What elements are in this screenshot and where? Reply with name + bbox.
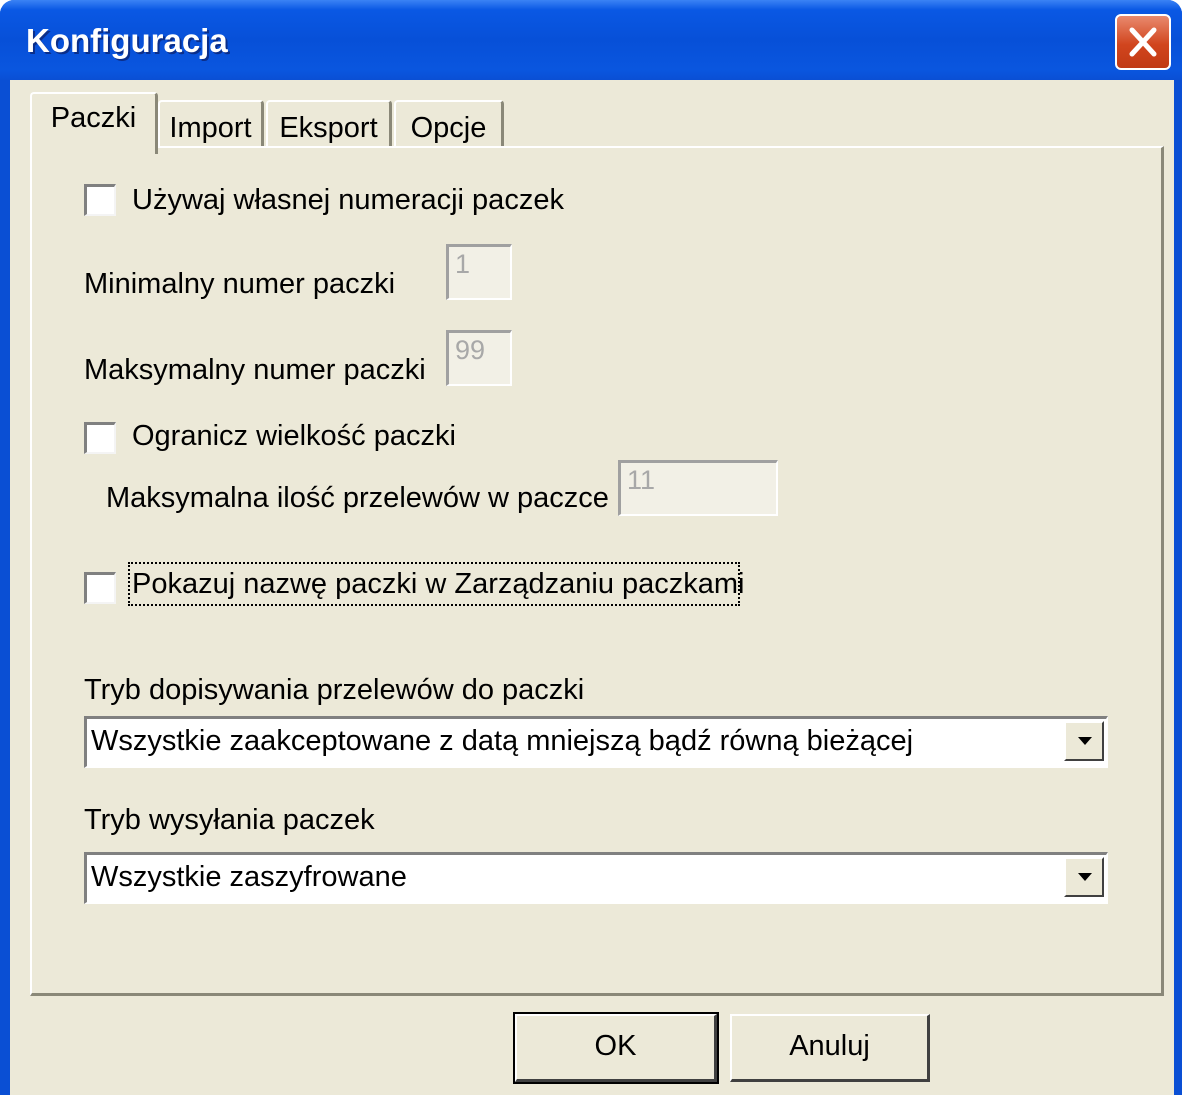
append-mode-label: Tryb dopisywania przelewów do paczki — [84, 674, 585, 706]
tab-paczki-label: Paczki — [50, 102, 137, 134]
show-name-label[interactable]: Pokazuj nazwę paczki w Zarządzaniu paczk… — [132, 568, 745, 601]
tab-opcje-label: Opcje — [410, 112, 487, 144]
show-name-checkbox[interactable] — [84, 572, 116, 604]
tab-panel-paczki: Używaj własnej numeracji paczek Minimaln… — [30, 146, 1164, 996]
tab-paczki[interactable]: Paczki — [30, 92, 158, 154]
max-number-field[interactable]: 99 — [446, 330, 512, 386]
dialog-body: Paczki Import Eksport Opcje Używaj własn… — [10, 80, 1174, 1095]
own-numbering-checkbox[interactable] — [84, 184, 116, 216]
min-number-label: Minimalny numer paczki — [84, 268, 396, 300]
limit-size-label[interactable]: Ogranicz wielkość paczki — [132, 420, 456, 453]
tab-import[interactable]: Import — [158, 100, 264, 152]
send-mode-label: Tryb wysyłania paczek — [84, 804, 375, 836]
send-mode-select[interactable]: Wszystkie zaszyfrowane — [84, 852, 1108, 904]
max-transfers-label: Maksymalna ilość przelewów w paczce — [106, 482, 609, 514]
window-border-left — [0, 80, 10, 1095]
tab-eksport[interactable]: Eksport — [266, 100, 392, 152]
send-mode-value: Wszystkie zaszyfrowane — [91, 861, 407, 893]
append-mode-value: Wszystkie zaakceptowane z datą mniejszą … — [91, 725, 914, 757]
own-numbering-label[interactable]: Używaj własnej numeracji paczek — [132, 184, 564, 217]
ok-button[interactable]: OK — [513, 1012, 719, 1084]
cancel-button[interactable]: Anuluj — [730, 1014, 930, 1082]
window-title: Konfiguracja — [26, 22, 228, 59]
tab-opcje[interactable]: Opcje — [394, 100, 504, 152]
ok-button-label: OK — [594, 1030, 637, 1062]
close-icon — [1129, 27, 1157, 57]
chevron-down-icon — [1078, 737, 1092, 745]
config-dialog: Konfiguracja Paczki Import Eksport Opcje… — [0, 0, 1182, 1095]
chevron-down-icon — [1078, 873, 1092, 881]
tab-eksport-label: Eksport — [279, 112, 378, 144]
send-mode-dropdown-button[interactable] — [1064, 857, 1104, 897]
max-transfers-field[interactable]: 11 — [618, 460, 778, 516]
tab-import-label: Import — [169, 112, 252, 144]
close-button[interactable] — [1115, 14, 1171, 70]
window-border-right — [1174, 80, 1182, 1095]
append-mode-dropdown-button[interactable] — [1064, 721, 1104, 761]
title-bar[interactable]: Konfiguracja — [0, 0, 1182, 80]
limit-size-checkbox[interactable] — [84, 422, 116, 454]
append-mode-select[interactable]: Wszystkie zaakceptowane z datą mniejszą … — [84, 716, 1108, 768]
max-number-label: Maksymalny numer paczki — [84, 354, 426, 386]
min-number-field[interactable]: 1 — [446, 244, 512, 300]
cancel-button-label: Anuluj — [789, 1030, 870, 1062]
